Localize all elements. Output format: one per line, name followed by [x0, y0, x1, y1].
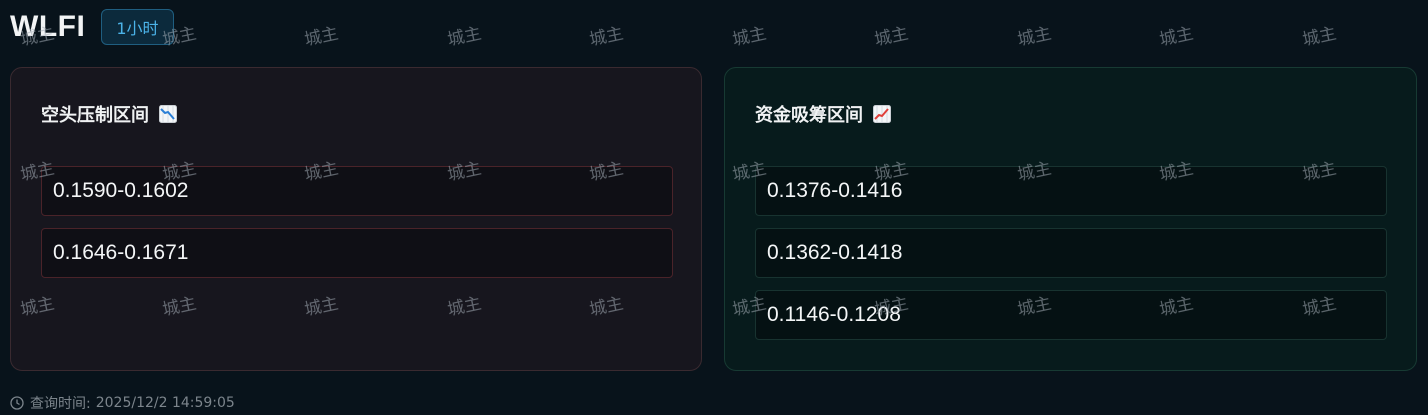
long-panel-title: 资金吸筹区间 [755, 101, 891, 127]
watermark-text: 城主 [1015, 23, 1054, 51]
query-time-value: 2025/12/2 14:59:05 [95, 395, 235, 411]
watermark-text: 城主 [1157, 23, 1196, 51]
short-panel-title-text: 空头压制区间 [41, 105, 149, 126]
clock-icon [10, 396, 24, 410]
long-range-item: 0.1146-0.1208 [755, 290, 1387, 340]
header: WLFI 1小时 [10, 8, 174, 46]
short-range-item: 0.1646-0.1671 [41, 228, 673, 278]
watermark-text: 城主 [302, 23, 341, 51]
watermark-text: 城主 [872, 23, 911, 51]
watermark-text: 城主 [730, 23, 769, 51]
symbol-title: WLFI [10, 10, 86, 43]
watermark-text: 城主 [587, 23, 626, 51]
chart-increasing-icon [873, 105, 891, 123]
short-range-list: 0.1590-0.1602 0.1646-0.1671 [41, 166, 673, 290]
long-range-list: 0.1376-0.1416 0.1362-0.1418 0.1146-0.120… [755, 166, 1387, 352]
query-time-footer: 查询时间: 2025/12/2 14:59:05 [10, 393, 235, 413]
page: WLFI 1小时 空头压制区间 0.1590-0.1602 0.1646-0.1… [0, 0, 1428, 415]
accumulation-panel: 资金吸筹区间 0.1376-0.1416 0.1362-0.1418 0.114… [724, 67, 1417, 371]
short-pressure-panel: 空头压制区间 0.1590-0.1602 0.1646-0.1671 [10, 67, 702, 371]
short-panel-title: 空头压制区间 [41, 101, 177, 127]
long-range-item: 0.1362-0.1418 [755, 228, 1387, 278]
long-panel-title-text: 资金吸筹区间 [755, 105, 863, 126]
watermark-text: 城主 [1300, 23, 1339, 51]
chart-decreasing-icon [159, 105, 177, 123]
short-range-item: 0.1590-0.1602 [41, 166, 673, 216]
long-range-item: 0.1376-0.1416 [755, 166, 1387, 216]
query-time-label: 查询时间: [30, 396, 91, 412]
timeframe-badge[interactable]: 1小时 [101, 9, 174, 45]
watermark-text: 城主 [445, 23, 484, 51]
